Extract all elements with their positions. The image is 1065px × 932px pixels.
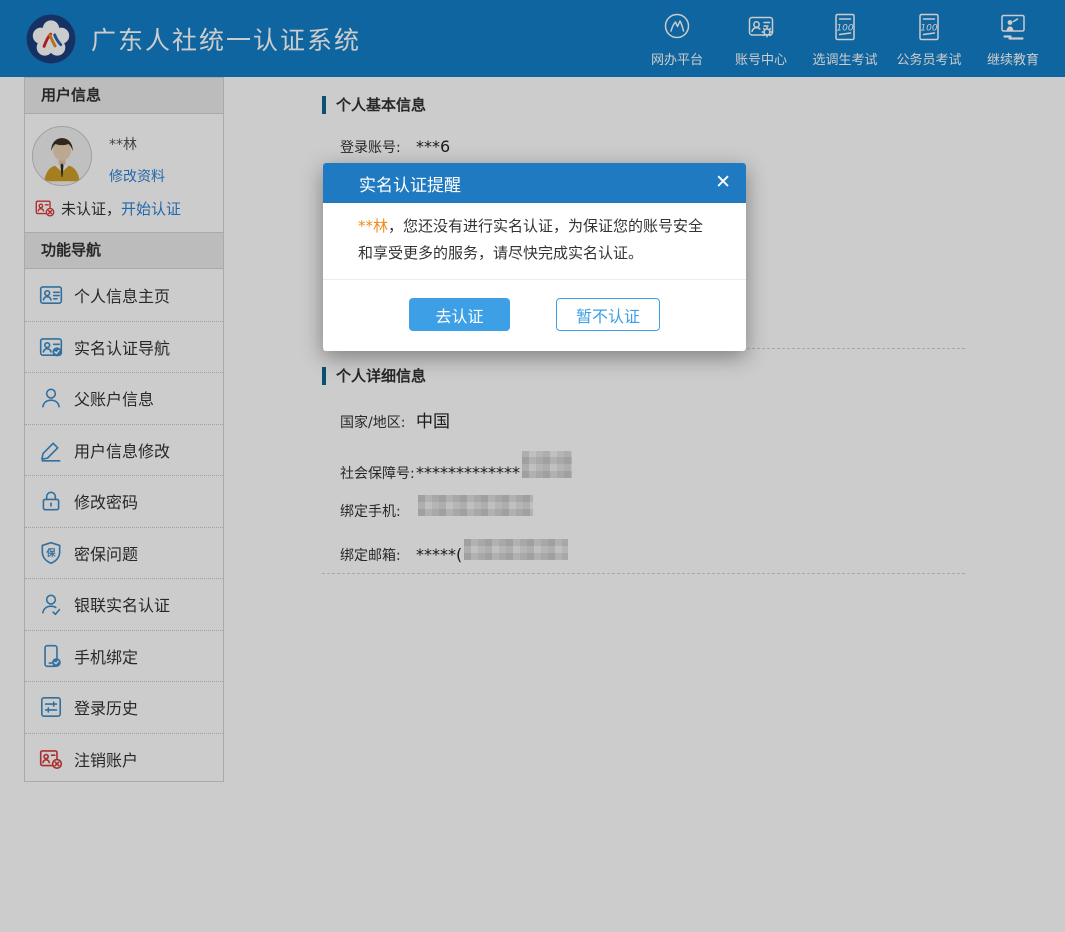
- realname-verify-modal: 实名认证提醒 ✕ **林，您还没有进行实名认证，为保证您的账号安全和享受更多的服…: [323, 163, 746, 351]
- modal-message: **林，您还没有进行实名认证，为保证您的账号安全和享受更多的服务，请尽快完成实名…: [323, 203, 746, 280]
- modal-header: 实名认证提醒 ✕: [323, 163, 746, 203]
- modal-title: 实名认证提醒: [359, 171, 461, 196]
- modal-footer: 去认证 暂不认证: [323, 280, 746, 351]
- close-icon[interactable]: ✕: [715, 171, 731, 193]
- modal-user-name: **林: [358, 217, 388, 235]
- modal-message-text: ，您还没有进行实名认证，为保证您的账号安全和享受更多的服务，请尽快完成实名认证。: [358, 217, 703, 262]
- not-now-button[interactable]: 暂不认证: [556, 298, 660, 331]
- modal-dim-overlay: [0, 0, 1065, 932]
- go-verify-button[interactable]: 去认证: [409, 298, 510, 331]
